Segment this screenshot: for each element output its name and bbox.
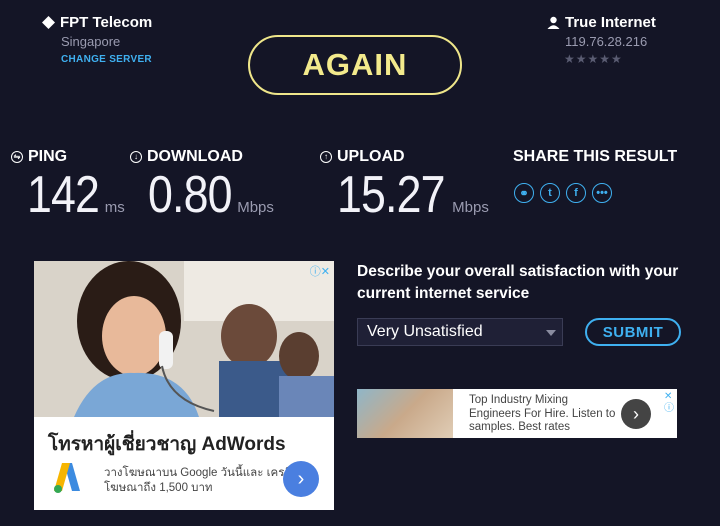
facebook-icon[interactable]: f xyxy=(566,183,586,203)
user-icon xyxy=(547,16,560,29)
ping-label: ⇋ PING xyxy=(11,148,67,166)
ping-unit: ms xyxy=(104,199,125,216)
upload-result: 15.27 Mbps xyxy=(337,165,489,225)
isp-name: True Internet xyxy=(547,14,656,31)
ad-text: วางโฆษณาบน Google วันนี้และ เครดิตโฆษณาถ… xyxy=(104,467,300,494)
ad-info-icon[interactable]: ⓘ✕ xyxy=(310,263,330,279)
download-icon: ↓ xyxy=(130,151,142,163)
ad-right-arrow-button[interactable]: › xyxy=(621,399,651,429)
share-icons: ⚭ t f ••• xyxy=(514,183,612,203)
upload-icon: ↑ xyxy=(320,151,332,163)
download-label-text: DOWNLOAD xyxy=(147,148,243,165)
again-button[interactable]: AGAIN xyxy=(248,35,462,95)
survey-question: Describe your overall satisfaction with … xyxy=(357,263,679,302)
satisfaction-selected-value: Very Unsatisfied xyxy=(367,323,483,340)
download-value: 0.80 xyxy=(148,166,232,224)
ad-right[interactable]: Top Industry Mixing Engineers For Hire. … xyxy=(357,389,677,438)
change-server-link[interactable]: CHANGE SERVER xyxy=(61,54,152,65)
share-label: SHARE THIS RESULT xyxy=(513,148,678,165)
download-unit: Mbps xyxy=(237,199,274,216)
link-icon[interactable]: ⚭ xyxy=(514,183,534,203)
server-location: Singapore xyxy=(61,34,121,49)
ad-right-text[interactable]: Top Industry Mixing Engineers For Hire. … xyxy=(469,394,619,435)
ad-right-info-icon[interactable]: ✕ⓘ xyxy=(664,391,674,415)
isp-ip: 119.76.28.216 xyxy=(565,34,648,49)
isp-rating-stars[interactable]: ★★★★★ xyxy=(564,52,623,66)
ping-result: 142 ms xyxy=(27,165,125,225)
server-name-label: FPT Telecom xyxy=(60,14,153,31)
ad-left[interactable]: ⓘ✕ โทรหาผู้เชี่ยวชาญ AdWords วางโฆษณาบน … xyxy=(34,261,334,510)
download-label: ↓ DOWNLOAD xyxy=(130,148,243,166)
server-name: FPT Telecom xyxy=(42,14,152,31)
ad-photo xyxy=(34,261,334,417)
download-result: 0.80 Mbps xyxy=(148,165,274,225)
isp-name-label: True Internet xyxy=(565,14,656,31)
ad-right-image xyxy=(357,389,453,438)
ping-icon: ⇋ xyxy=(11,151,23,163)
submit-button[interactable]: SUBMIT xyxy=(585,318,681,346)
upload-value: 15.27 xyxy=(337,166,445,224)
ad-title[interactable]: โทรหาผู้เชี่ยวชาญ AdWords xyxy=(48,429,286,459)
satisfaction-select[interactable]: Very Unsatisfied xyxy=(357,318,563,346)
server-icon xyxy=(42,16,55,29)
more-icon[interactable]: ••• xyxy=(592,183,612,203)
upload-label: ↑ UPLOAD xyxy=(320,148,405,166)
upload-unit: Mbps xyxy=(452,199,489,216)
twitter-icon[interactable]: t xyxy=(540,183,560,203)
upload-label-text: UPLOAD xyxy=(337,148,405,165)
ping-label-text: PING xyxy=(28,148,68,165)
ad-left-arrow-button[interactable]: › xyxy=(283,461,319,497)
ad-photo-illustration xyxy=(34,261,334,417)
chevron-down-icon xyxy=(546,330,556,336)
adwords-logo-icon xyxy=(54,463,80,493)
ping-value: 142 xyxy=(27,166,100,224)
